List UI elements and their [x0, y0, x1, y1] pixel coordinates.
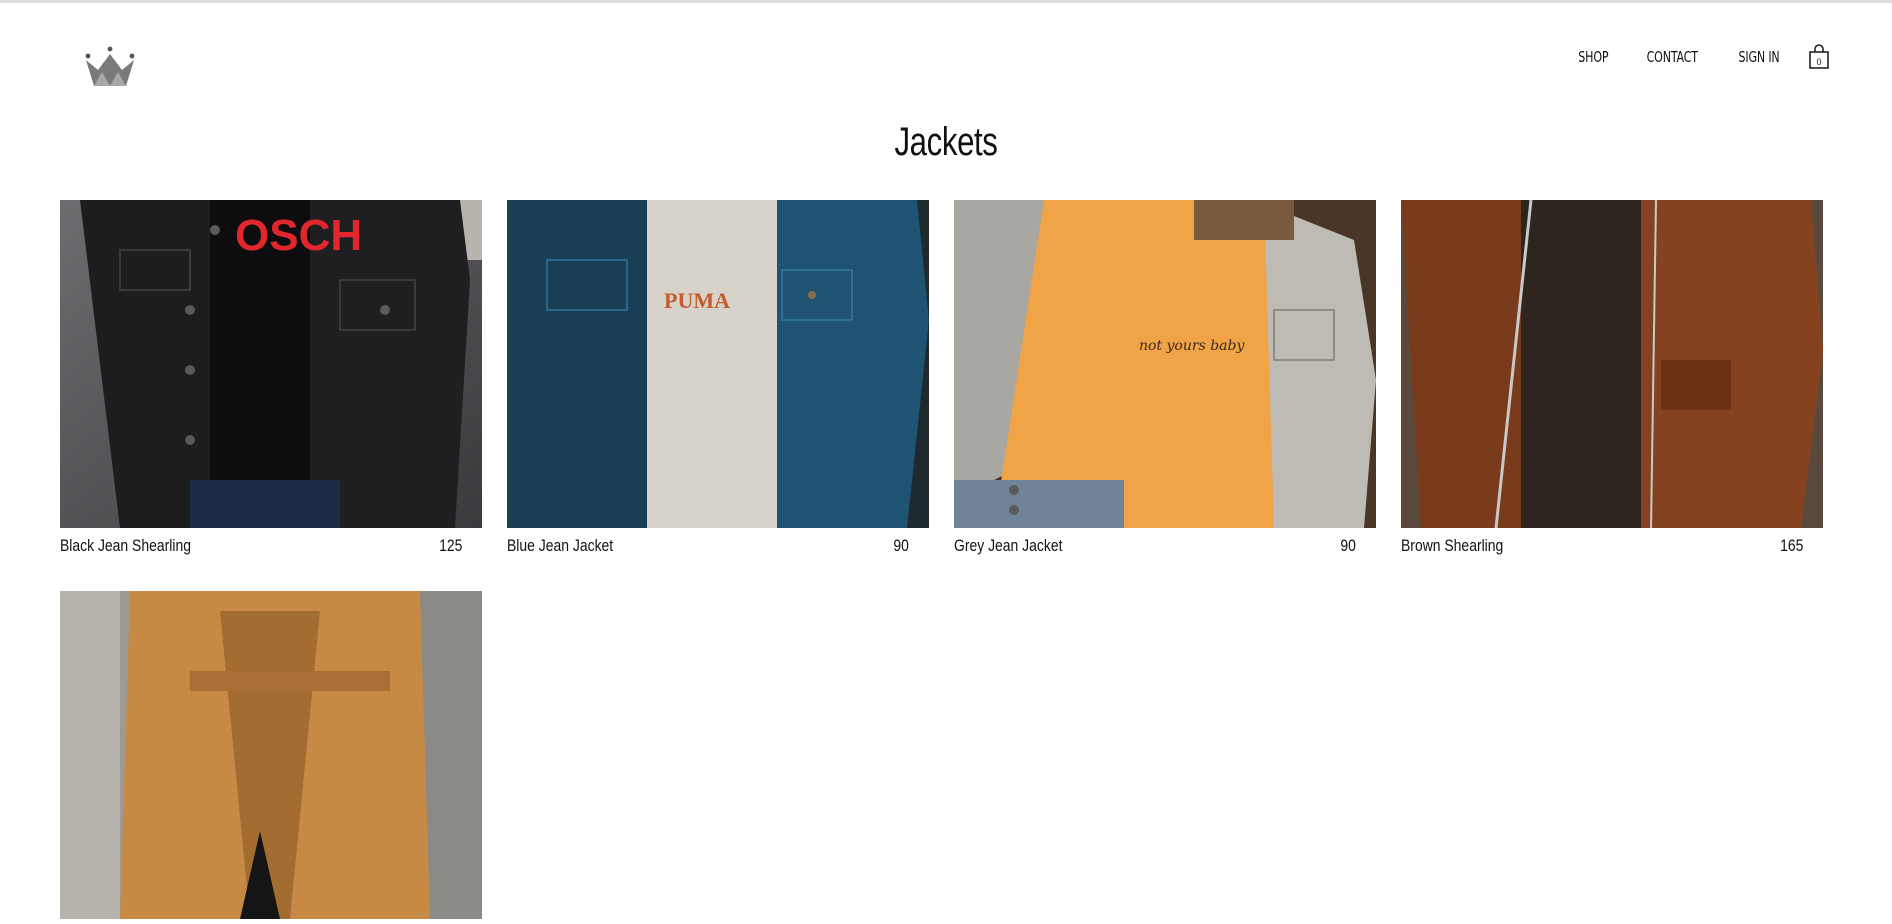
product-footer: Grey Jean Jacket 90 [954, 536, 1376, 560]
svg-text:PUMA: PUMA [664, 288, 730, 313]
nav-contact-link[interactable]: CONTACT [1647, 48, 1698, 66]
product-image-brown-shearling[interactable] [1401, 200, 1823, 528]
main-nav: SHOP CONTACT SIGN IN 0 [1575, 44, 1830, 70]
product-card: Brown Shearling 165 [1401, 200, 1823, 560]
site-header: SHOP CONTACT SIGN IN 0 [0, 0, 1892, 110]
shopping-bag-icon[interactable]: 0 [1808, 44, 1830, 70]
product-price: 90 [1340, 536, 1356, 555]
product-footer: Black Jean Shearling 125 [60, 536, 482, 560]
product-image-grey-jean-jacket[interactable]: not yours baby [954, 200, 1376, 528]
page-title: Jackets [894, 120, 998, 164]
product-image-camel-coat[interactable] [60, 591, 482, 919]
product-name[interactable]: Blue Jean Jacket [507, 536, 613, 556]
product-name[interactable]: Brown Shearling [1401, 536, 1503, 556]
crown-logo-icon[interactable] [84, 46, 136, 90]
product-price: 165 [1779, 536, 1803, 555]
product-footer: Brown Shearling 165 [1401, 536, 1823, 560]
nav-shop-link[interactable]: SHOP [1578, 48, 1608, 66]
product-price: 125 [438, 536, 462, 555]
product-card: not yours baby Grey Jean Jacket 90 [954, 200, 1376, 560]
product-image-black-jean-shearling[interactable]: OSCH [60, 200, 482, 528]
svg-text:OSCH: OSCH [235, 211, 362, 260]
product-image-blue-jean-jacket[interactable]: PUMA [507, 200, 929, 528]
product-price: 90 [893, 536, 909, 555]
nav-signin-link[interactable]: SIGN IN [1738, 48, 1779, 66]
product-name[interactable]: Grey Jean Jacket [954, 536, 1062, 556]
svg-text:not yours baby: not yours baby [1139, 338, 1245, 354]
product-card: PUMA Blue Jean Jacket 90 [507, 200, 929, 560]
svg-text:0: 0 [1816, 57, 1821, 67]
product-card [60, 591, 482, 919]
product-footer: Blue Jean Jacket 90 [507, 536, 929, 560]
product-card: OSCH Black Jean Shearling 125 [60, 200, 482, 560]
product-name[interactable]: Black Jean Shearling [60, 536, 191, 556]
